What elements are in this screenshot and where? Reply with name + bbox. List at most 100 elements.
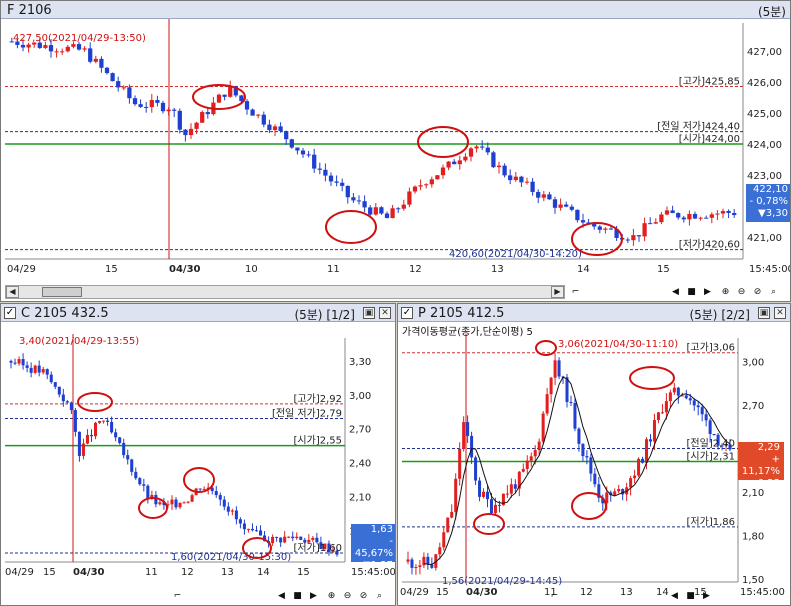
candle-body — [698, 217, 703, 219]
candle-body — [373, 207, 378, 215]
candle-body — [25, 365, 29, 368]
candle-body — [407, 191, 412, 205]
candle-body — [21, 359, 25, 366]
candle-body — [311, 537, 315, 540]
stop-icon[interactable]: ■ — [291, 590, 304, 603]
stop-icon[interactable]: ■ — [684, 590, 697, 603]
scroll-handle-icon[interactable]: ⌐ — [569, 286, 582, 299]
candle-body — [668, 392, 672, 402]
y-tick-label: 3,00 — [349, 391, 371, 402]
scroll-handle-icon[interactable]: ⌐ — [548, 590, 561, 603]
candle-body — [77, 431, 81, 456]
candle-body — [676, 213, 681, 218]
candle-body — [239, 95, 244, 102]
candle-body — [659, 214, 664, 223]
candle-body — [116, 81, 121, 88]
y-tick-label: 427,00 — [747, 47, 782, 58]
candle-body — [429, 179, 434, 185]
x-tick-label: 04/30 — [169, 264, 201, 275]
zoom-in-icon[interactable]: ⊕ — [325, 590, 338, 603]
low-price-label: [저가]420,60 — [679, 239, 740, 251]
candle-body — [720, 210, 726, 214]
candle-body — [317, 168, 322, 170]
candle-body — [580, 220, 586, 223]
arrow-right-icon[interactable]: ▶ — [700, 590, 713, 603]
x-tick-label: 04/29 — [5, 567, 34, 578]
candle-body — [715, 213, 720, 215]
x-tick-label: 11 — [145, 567, 158, 578]
candle-body — [478, 480, 482, 497]
candle-body — [48, 45, 54, 52]
candle-body — [182, 502, 186, 504]
x-tick-label: 15 — [436, 587, 449, 598]
futures-candlestick-chart[interactable]: 427,00 426,00 425,00 424,00 423,00 421,00 04/2… — [1, 1, 791, 302]
search-icon[interactable]: ⌕ — [373, 590, 386, 603]
y-tick-label: 3,00 — [742, 357, 764, 368]
zoom-out-icon[interactable]: ⊖ — [735, 286, 748, 299]
candle-body — [581, 443, 585, 457]
candle-body — [121, 87, 126, 89]
annotation-circle — [325, 210, 377, 244]
candle-body — [547, 194, 552, 200]
candle-body — [242, 523, 246, 530]
x-tick-label: 15:45:00 — [749, 264, 791, 275]
scroll-thumb[interactable] — [42, 287, 82, 297]
arrow-right-icon[interactable]: ▶ — [307, 590, 320, 603]
candle-body — [458, 448, 462, 479]
put-candlestick-chart[interactable]: 3,002,702,402,101,801,5004/291504/301112… — [398, 304, 791, 606]
candle-body — [238, 519, 242, 524]
futures-chart-panel: F 2106 (5분) 427,00 426,00 425,00 424,00 423,… — [0, 0, 791, 302]
candle-body — [144, 106, 149, 108]
candle-body — [244, 101, 250, 110]
futures-scrollbar[interactable]: ◀ ▶ — [5, 285, 565, 299]
y-tick-label: 2,10 — [349, 492, 371, 503]
candle-body — [256, 114, 261, 116]
arrow-left-icon[interactable]: ◀ — [669, 286, 682, 299]
candle-body — [110, 73, 115, 82]
arrow-left-icon[interactable]: ◀ — [668, 590, 681, 603]
call-candlestick-chart[interactable]: 3,303,002,702,402,101,8004/291504/301112… — [1, 304, 396, 606]
arrow-left-icon[interactable]: ◀ — [275, 590, 288, 603]
candle-body — [345, 185, 350, 198]
max-price-note: 3,40(2021/04/29-13:55) — [19, 336, 139, 347]
scroll-right-icon[interactable]: ▶ — [551, 286, 564, 298]
candle-body — [158, 502, 162, 505]
candle-body — [508, 175, 513, 181]
zoom-reset-icon[interactable]: ⊘ — [751, 286, 764, 299]
zoom-reset-icon[interactable]: ⊘ — [357, 590, 370, 603]
candle-body — [43, 45, 48, 48]
candle-body — [652, 420, 656, 442]
candle-body — [323, 169, 328, 176]
candle-body — [99, 58, 104, 68]
candle-body — [102, 420, 106, 422]
candle-body — [106, 420, 110, 422]
candle-body — [704, 414, 708, 421]
candle-body — [480, 146, 485, 148]
scroll-left-icon[interactable]: ◀ — [6, 286, 19, 298]
search-icon[interactable]: ⌕ — [767, 286, 780, 299]
candle-body — [306, 154, 311, 156]
x-tick-label: 04/29 — [400, 587, 429, 598]
zoom-in-icon[interactable]: ⊕ — [719, 286, 732, 299]
put-option-chart-panel: ✓ P 2105 412.5 (5분) [2/2] ▣ ✕ 3,00 2,70 2,… — [397, 303, 791, 606]
x-tick-label: 15 — [657, 264, 670, 275]
x-tick-label: 15 — [43, 567, 56, 578]
candle-body — [71, 44, 76, 47]
candle-body — [13, 362, 17, 364]
candle-body — [61, 394, 65, 402]
arrow-right-icon[interactable]: ▶ — [701, 286, 714, 299]
y-tick-label: 1,50 — [742, 575, 764, 586]
stop-icon[interactable]: ■ — [685, 286, 698, 299]
candle-body — [418, 185, 423, 187]
candle-body — [613, 491, 617, 496]
candle-body — [287, 536, 291, 538]
futures-current-price: 422,10 — [753, 184, 788, 195]
zoom-out-icon[interactable]: ⊖ — [341, 590, 354, 603]
candle-body — [497, 504, 501, 506]
prev-low-label: [전일 저가]424,40 — [657, 121, 740, 133]
candle-body — [132, 98, 138, 105]
candle-body — [230, 510, 234, 512]
candle-body — [648, 439, 653, 442]
candle-body — [334, 181, 339, 183]
scroll-handle-icon[interactable]: ⌐ — [171, 590, 184, 603]
